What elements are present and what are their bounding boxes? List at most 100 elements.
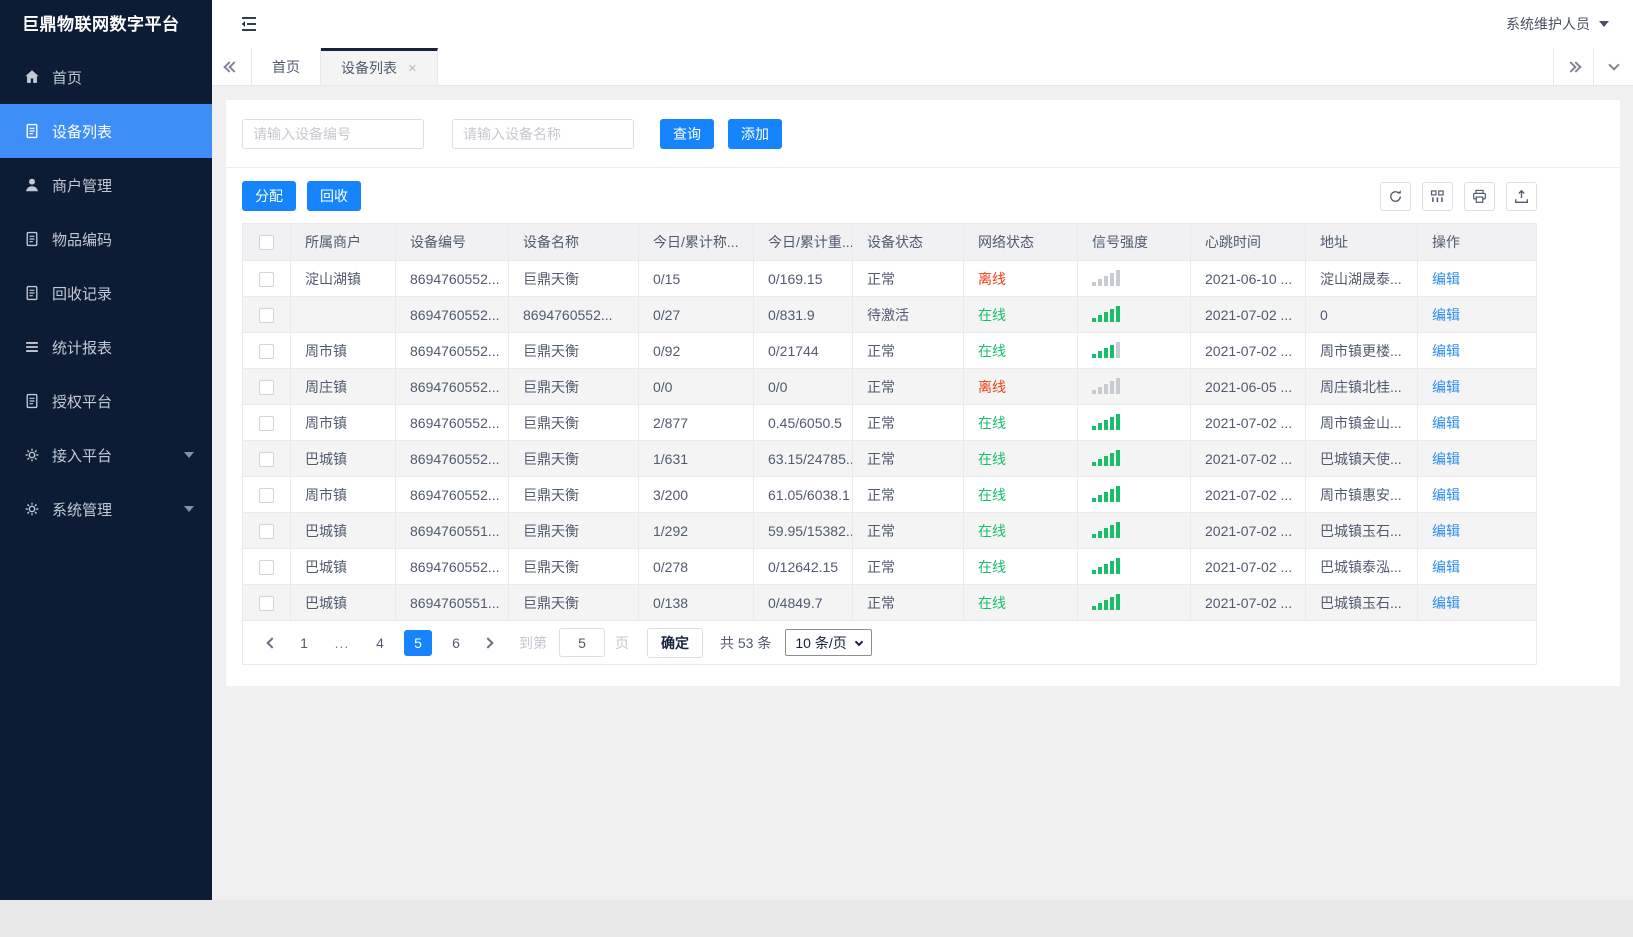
edit-link[interactable]: 编辑 bbox=[1432, 379, 1460, 395]
edit-link[interactable]: 编辑 bbox=[1432, 451, 1460, 467]
page-button[interactable]: 5 bbox=[404, 629, 432, 656]
cell-device-status: 正常 bbox=[852, 440, 964, 477]
tab-scroll-left-button[interactable] bbox=[212, 48, 252, 85]
cell-device-no: 8694760552... bbox=[395, 296, 509, 333]
tab-list-dropdown-button[interactable] bbox=[1593, 48, 1633, 85]
row-checkbox[interactable] bbox=[259, 559, 274, 575]
page-button[interactable]: 4 bbox=[366, 630, 394, 656]
double-chevron-right-icon bbox=[1565, 60, 1582, 73]
table-row: 8694760552... 8694760552... 0/27 0/831.9… bbox=[242, 296, 1537, 333]
signal-strength-icon bbox=[1092, 557, 1120, 574]
cell-device-status: 正常 bbox=[852, 368, 964, 405]
prev-page-button[interactable] bbox=[259, 636, 285, 649]
refresh-button[interactable] bbox=[1380, 181, 1411, 211]
sidebar-item[interactable]: 接入平台 bbox=[0, 428, 212, 482]
chevron-left-icon bbox=[266, 636, 278, 649]
sidebar-item-label: 系统管理 bbox=[52, 501, 113, 519]
cell-today-count: 2/877 bbox=[638, 404, 754, 441]
cell-device-no: 8694760552... bbox=[395, 548, 509, 585]
cell-device-status: 正常 bbox=[852, 512, 964, 549]
tab-label: 设备列表 bbox=[341, 60, 397, 76]
sidebar-item[interactable]: 授权平台 bbox=[0, 374, 212, 428]
device-table: 所属商户 设备编号 设备名称 今日/累计称... 今日/累计重... 设备状态 … bbox=[242, 223, 1537, 621]
collapse-menu-button[interactable] bbox=[238, 13, 260, 35]
sidebar-item-icon bbox=[23, 284, 41, 302]
row-checkbox[interactable] bbox=[259, 595, 274, 611]
export-button[interactable] bbox=[1506, 181, 1537, 211]
row-checkbox[interactable] bbox=[259, 415, 274, 431]
select-all-checkbox[interactable] bbox=[259, 235, 274, 251]
row-checkbox[interactable] bbox=[259, 523, 274, 539]
page-button[interactable]: 6 bbox=[442, 630, 470, 656]
tab-scroll-right-button[interactable] bbox=[1553, 48, 1593, 85]
sidebar-item-label: 统计报表 bbox=[52, 339, 113, 357]
sidebar-item[interactable]: 商户管理 bbox=[0, 158, 212, 212]
next-page-button[interactable] bbox=[475, 636, 501, 649]
row-checkbox[interactable] bbox=[259, 451, 274, 467]
double-chevron-left-icon bbox=[223, 60, 240, 73]
row-checkbox[interactable] bbox=[259, 343, 274, 359]
edit-link[interactable]: 编辑 bbox=[1432, 595, 1460, 611]
assign-button[interactable]: 分配 bbox=[242, 181, 296, 211]
table-toolbar: 分配 回收 bbox=[242, 181, 1537, 211]
edit-link[interactable]: 编辑 bbox=[1432, 487, 1460, 503]
cell-device-name: 巨鼎天衡 bbox=[508, 512, 639, 549]
print-button[interactable] bbox=[1464, 181, 1495, 211]
edit-link[interactable]: 编辑 bbox=[1432, 271, 1460, 287]
column-header: 信号强度 bbox=[1077, 223, 1191, 261]
sidebar-item[interactable]: 首页 bbox=[0, 50, 212, 104]
sidebar-item[interactable]: 系统管理 bbox=[0, 482, 212, 536]
row-checkbox[interactable] bbox=[259, 271, 274, 287]
cell-today-count: 1/292 bbox=[638, 512, 754, 549]
signal-strength-icon bbox=[1092, 269, 1120, 286]
edit-link[interactable]: 编辑 bbox=[1432, 523, 1460, 539]
cell-device-name: 巨鼎天衡 bbox=[508, 332, 639, 369]
chevron-down-icon bbox=[1599, 21, 1609, 27]
tab-home[interactable]: 首页 bbox=[252, 48, 321, 85]
page-size-select[interactable]: 10 条/页 bbox=[785, 629, 872, 656]
cell-address: 淀山湖晟泰... bbox=[1305, 260, 1418, 297]
add-button[interactable]: 添加 bbox=[728, 119, 782, 149]
page-button[interactable]: 1 bbox=[290, 630, 318, 656]
topbar: 系统维护人员 bbox=[212, 0, 1633, 48]
tab-device-list[interactable]: 设备列表 × bbox=[321, 48, 438, 85]
edit-link[interactable]: 编辑 bbox=[1432, 307, 1460, 323]
signal-strength-icon bbox=[1092, 485, 1120, 502]
cell-heartbeat: 2021-06-10 ... bbox=[1190, 260, 1306, 297]
confirm-button[interactable]: 确定 bbox=[647, 627, 703, 658]
cell-merchant bbox=[290, 296, 396, 333]
row-checkbox[interactable] bbox=[259, 307, 274, 323]
cell-today-count: 0/0 bbox=[638, 368, 754, 405]
divider bbox=[226, 167, 1620, 168]
cell-today-weight: 61.05/6038.1 bbox=[753, 476, 853, 513]
edit-link[interactable]: 编辑 bbox=[1432, 343, 1460, 359]
row-checkbox[interactable] bbox=[259, 487, 274, 503]
tab-close-icon[interactable]: × bbox=[408, 61, 417, 76]
recycle-button[interactable]: 回收 bbox=[307, 181, 361, 211]
columns-button[interactable] bbox=[1422, 181, 1453, 211]
cell-network-status: 在线 bbox=[963, 512, 1078, 549]
row-checkbox[interactable] bbox=[259, 379, 274, 395]
edit-link[interactable]: 编辑 bbox=[1432, 559, 1460, 575]
signal-strength-icon bbox=[1092, 521, 1120, 538]
query-button[interactable]: 查询 bbox=[660, 119, 714, 149]
goto-page-input[interactable] bbox=[559, 628, 605, 657]
sidebar-item-label: 首页 bbox=[52, 69, 83, 87]
sidebar-item[interactable]: 物品编码 bbox=[0, 212, 212, 266]
cell-heartbeat: 2021-07-02 ... bbox=[1190, 296, 1306, 333]
cell-today-weight: 0/831.9 bbox=[753, 296, 853, 333]
device-name-input[interactable] bbox=[452, 119, 634, 149]
device-no-input[interactable] bbox=[242, 119, 424, 149]
sidebar-item[interactable]: 统计报表 bbox=[0, 320, 212, 374]
sidebar-item[interactable]: 设备列表 bbox=[0, 104, 212, 158]
cell-address: 周市镇金山... bbox=[1305, 404, 1418, 441]
cell-heartbeat: 2021-07-02 ... bbox=[1190, 548, 1306, 585]
edit-link[interactable]: 编辑 bbox=[1432, 415, 1460, 431]
table-row: 巴城镇 8694760552... 巨鼎天衡 1/631 63.15/24785… bbox=[242, 440, 1537, 477]
cell-today-count: 0/278 bbox=[638, 548, 754, 585]
sidebar-item[interactable]: 回收记录 bbox=[0, 266, 212, 320]
user-menu[interactable]: 系统维护人员 bbox=[1506, 14, 1609, 34]
columns-icon bbox=[1429, 188, 1446, 205]
cell-address: 巴城镇玉石... bbox=[1305, 512, 1418, 549]
cell-network-status: 离线 bbox=[963, 368, 1078, 405]
